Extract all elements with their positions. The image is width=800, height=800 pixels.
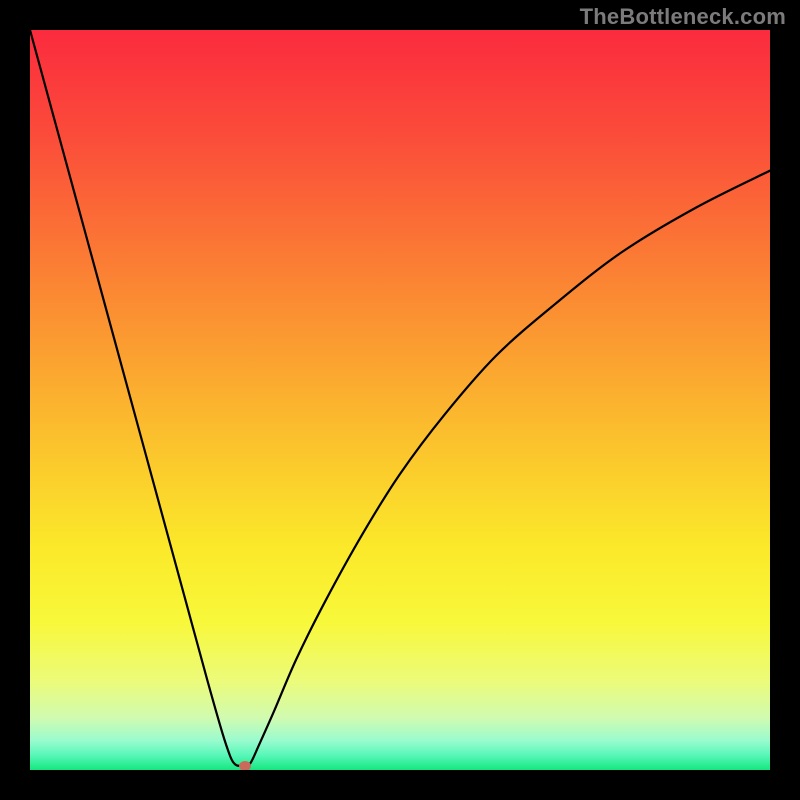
bottleneck-curve bbox=[30, 30, 770, 766]
curve-layer bbox=[30, 30, 770, 770]
optimal-point-marker bbox=[239, 761, 251, 770]
plot-area bbox=[30, 30, 770, 770]
chart-frame: TheBottleneck.com bbox=[0, 0, 800, 800]
watermark-text: TheBottleneck.com bbox=[580, 4, 786, 30]
